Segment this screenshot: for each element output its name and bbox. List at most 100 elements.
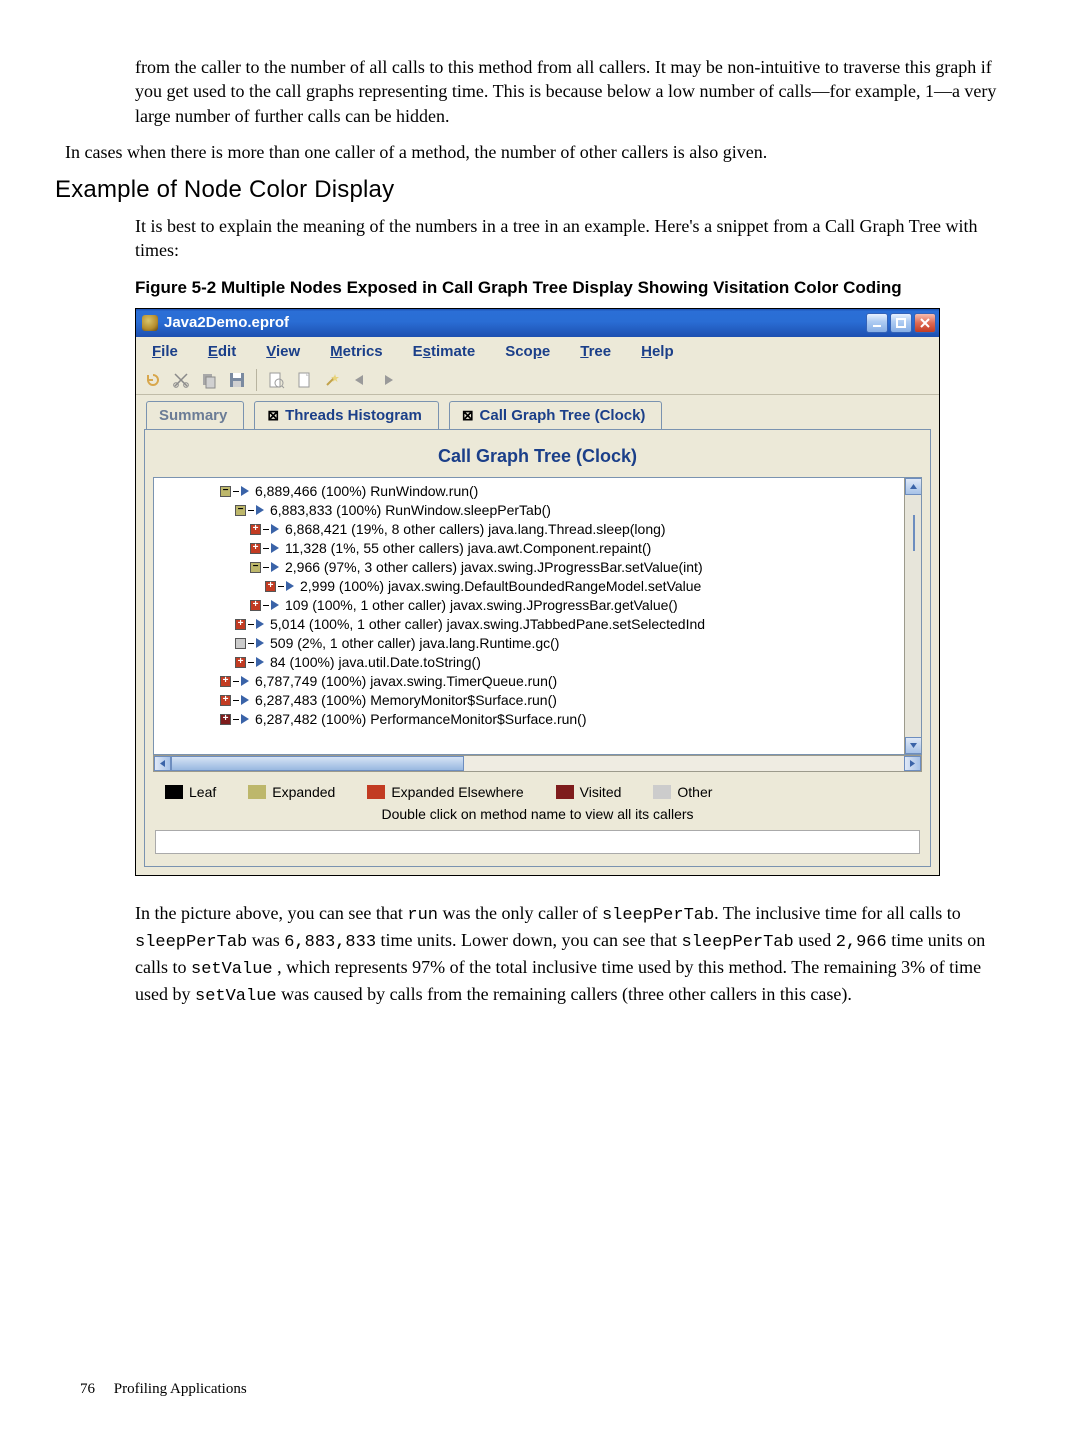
legend-visited-label: Visited <box>580 784 622 800</box>
vertical-scrollbar[interactable] <box>904 478 921 754</box>
undo-icon[interactable] <box>142 369 164 391</box>
legend-leaf-label: Leaf <box>189 784 216 800</box>
tree-expand-box[interactable]: + <box>220 695 231 706</box>
menu-file[interactable]: File <box>142 341 198 362</box>
window-titlebar: Java2Demo.eprof <box>136 309 939 337</box>
tree-node-label[interactable]: 509 (2%, 1 other caller) java.lang.Runti… <box>270 634 559 652</box>
tree-expand-box[interactable]: + <box>250 543 261 554</box>
window-minimize-button[interactable] <box>866 313 888 333</box>
arrow-right-icon <box>256 638 264 648</box>
tree-connector <box>248 662 254 663</box>
tree-node-label[interactable]: 5,014 (100%, 1 other caller) javax.swing… <box>270 615 705 633</box>
tree-connector <box>248 624 254 625</box>
menu-help[interactable]: Help <box>631 341 694 362</box>
paragraph-calls-intuition: from the caller to the number of all cal… <box>135 55 1005 128</box>
arrow-right-icon <box>271 600 279 610</box>
cut-icon[interactable] <box>170 369 192 391</box>
magic-wand-icon[interactable] <box>321 369 343 391</box>
hscroll-track[interactable] <box>171 756 904 771</box>
tab-tree-label: Call Graph Tree (Clock) <box>480 407 646 424</box>
arrow-right-icon <box>256 505 264 515</box>
tree-row[interactable]: +84 (100%) java.util.Date.toString() <box>160 653 902 672</box>
tree-row[interactable]: − 6,889,466 (100%) RunWindow.run() <box>160 482 902 501</box>
tab-bar: Summary ⊠ Threads Histogram ⊠ Call Graph… <box>136 395 939 429</box>
tree-node-label[interactable]: 6,787,749 (100%) javax.swing.TimerQueue.… <box>255 672 557 690</box>
arrow-right-icon <box>271 543 279 553</box>
tree-row[interactable]: +6,787,749 (100%) javax.swing.TimerQueue… <box>160 672 902 691</box>
nav-back-icon[interactable] <box>349 369 371 391</box>
nav-forward-icon[interactable] <box>377 369 399 391</box>
profiler-window: Java2Demo.eprof File Edit View Metrics E… <box>135 308 940 876</box>
arrow-right-icon <box>241 676 249 686</box>
menu-scope[interactable]: Scope <box>495 341 570 362</box>
tree-expand-box[interactable]: + <box>220 676 231 687</box>
tab-summary[interactable]: Summary <box>146 401 244 429</box>
tree-row[interactable]: +5,014 (100%, 1 other caller) javax.swin… <box>160 615 902 634</box>
legend-swatch-other <box>653 785 671 799</box>
hscroll-thumb[interactable] <box>171 756 464 771</box>
legend-swatch-leaf <box>165 785 183 799</box>
scroll-up-icon[interactable] <box>905 478 922 495</box>
menu-edit[interactable]: Edit <box>198 341 256 362</box>
tree-node-label[interactable]: 2,999 (100%) javax.swing.DefaultBoundedR… <box>300 577 701 595</box>
tree-row[interactable]: +6,868,421 (19%, 8 other callers) java.l… <box>160 520 902 539</box>
tree-expand-box[interactable]: + <box>250 524 261 535</box>
scroll-left-icon[interactable] <box>154 756 171 771</box>
tree-expand-box[interactable]: + <box>220 714 231 725</box>
tree-expand-box[interactable]: + <box>265 581 276 592</box>
tree-row[interactable]: +6,287,482 (100%) PerformanceMonitor$Sur… <box>160 710 902 729</box>
window-maximize-button[interactable] <box>890 313 912 333</box>
tab-call-graph-tree[interactable]: ⊠ Call Graph Tree (Clock) <box>449 401 663 429</box>
horizontal-scrollbar[interactable] <box>153 755 922 772</box>
arrow-right-icon <box>286 581 294 591</box>
tree-row[interactable]: +11,328 (1%, 55 other callers) java.awt.… <box>160 539 902 558</box>
save-icon[interactable] <box>226 369 248 391</box>
tree-row[interactable]: − 2,966 (97%, 3 other callers) javax.swin… <box>160 558 902 577</box>
tree-row[interactable]: +2,999 (100%) javax.swing.DefaultBounded… <box>160 577 902 596</box>
tree-node-label[interactable]: 84 (100%) java.util.Date.toString() <box>270 653 481 671</box>
page-footer: 76 Profiling Applications <box>80 1381 247 1398</box>
menu-view[interactable]: View <box>256 341 320 362</box>
tree-node-label[interactable]: 6,287,483 (100%) MemoryMonitor$Surface.r… <box>255 691 557 709</box>
tree-row[interactable]: +109 (100%, 1 other caller) javax.swing.… <box>160 596 902 615</box>
tree-expand-box[interactable]: − <box>220 486 231 497</box>
tree-node-label[interactable]: 2,966 (97%, 3 other callers) javax.swing… <box>285 558 703 576</box>
menu-tree[interactable]: Tree <box>570 341 631 362</box>
tree-node-label[interactable]: 11,328 (1%, 55 other callers) java.awt.C… <box>285 539 651 557</box>
legend-expanded-label: Expanded <box>272 784 335 800</box>
tree-expand-box[interactable]: − <box>235 505 246 516</box>
scroll-thumb[interactable] <box>913 515 915 551</box>
tree-node-label[interactable]: 109 (100%, 1 other caller) javax.swing.J… <box>285 596 678 614</box>
close-icon[interactable]: ⊠ <box>462 407 474 424</box>
copy-icon[interactable] <box>198 369 220 391</box>
tree-node-label[interactable]: 6,889,466 (100%) RunWindow.run() <box>255 482 478 500</box>
tree-row[interactable]: 509 (2%, 1 other caller) java.lang.Runti… <box>160 634 902 653</box>
tree-expand-box[interactable] <box>235 638 246 649</box>
tree-node-label[interactable]: 6,868,421 (19%, 8 other callers) java.la… <box>285 520 666 538</box>
tree-expand-box[interactable]: + <box>250 600 261 611</box>
tree-expand-box[interactable]: − <box>250 562 261 573</box>
window-close-button[interactable] <box>914 313 936 333</box>
scroll-down-icon[interactable] <box>905 737 922 754</box>
tree-expand-box[interactable]: + <box>235 619 246 630</box>
tab-threads-histogram[interactable]: ⊠ Threads Histogram <box>254 401 438 429</box>
tree-expand-box[interactable]: + <box>235 657 246 668</box>
menu-metrics[interactable]: Metrics <box>320 341 403 362</box>
scroll-right-icon[interactable] <box>904 756 921 771</box>
tree-row[interactable]: +6,287,483 (100%) MemoryMonitor$Surface.… <box>160 691 902 710</box>
arrow-right-icon <box>256 657 264 667</box>
arrow-right-icon <box>271 524 279 534</box>
page-icon[interactable] <box>293 369 315 391</box>
page-preview-icon[interactable] <box>265 369 287 391</box>
tree-node-label[interactable]: 6,883,833 (100%) RunWindow.sleepPerTab() <box>270 501 551 519</box>
legend-swatch-expanded <box>248 785 266 799</box>
legend-ee-label: Expanded Elsewhere <box>391 784 523 800</box>
menu-estimate[interactable]: Estimate <box>403 341 496 362</box>
close-icon[interactable]: ⊠ <box>267 407 279 424</box>
tree-connector <box>263 567 269 568</box>
tree-connector <box>278 586 284 587</box>
tree-row[interactable]: − 6,883,833 (100%) RunWindow.sleepPerTab(… <box>160 501 902 520</box>
tree-content[interactable]: −6,889,466 (100%) RunWindow.run()−6,883,… <box>154 478 904 754</box>
tree-node-label[interactable]: 6,287,482 (100%) PerformanceMonitor$Surf… <box>255 710 587 728</box>
tree-connector <box>248 510 254 511</box>
